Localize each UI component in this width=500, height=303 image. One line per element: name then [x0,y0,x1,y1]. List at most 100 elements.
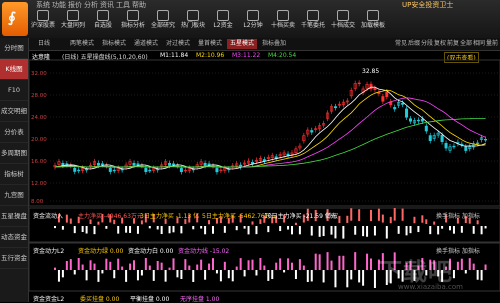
price-tick-0: 32.00 [31,71,47,77]
power-bar [152,270,155,281]
power-bar [318,254,321,270]
candle-body [77,169,81,172]
flow-bar [160,226,163,235]
power-bar [231,270,234,282]
power-bar [310,270,313,282]
power-bar [460,258,463,270]
power-bar [77,258,80,270]
price-tick-4: 16.00 [31,159,47,165]
power-bar [168,267,171,270]
power-bar [219,270,222,282]
candle-body [65,163,69,166]
flow-bar [318,226,321,237]
flow-bar [460,226,463,233]
power-bar [184,259,187,270]
power-bar [322,270,325,283]
candle-body [207,163,211,165]
candle-body [96,162,100,166]
candle-body [385,91,389,97]
candle-body [148,169,152,172]
power-bar [259,258,262,270]
power-bar [334,270,337,288]
power-bar [263,265,266,270]
power-bar [97,270,100,282]
flow-bar [291,226,293,235]
flow-bar [381,214,384,223]
flow-bar [212,226,214,234]
flow-bar [129,226,132,233]
power-bar [81,264,84,270]
panel1-title: 资金流动入 [33,213,64,220]
flow-bar [255,226,258,235]
power-bar [330,260,333,270]
flow-bar [476,220,479,225]
flow-bar [377,208,380,221]
candle-body [452,145,456,148]
power-bar [358,270,361,283]
flow-bar [472,226,475,234]
price-tick-3: 20.00 [31,137,47,143]
flow-bar [362,226,365,237]
candle-body [420,118,424,122]
power-bar [484,264,487,270]
candle-body [381,96,385,102]
power-bar [275,262,278,270]
power-bar [117,258,120,270]
flow-bar [251,221,254,225]
flow-bar [223,226,226,233]
flow-bar [310,226,313,236]
candle-body [156,168,160,171]
flow-bar [342,226,345,239]
power-bar [121,266,124,270]
power-bar [148,265,151,270]
flow-bar [354,226,357,235]
candle-body [168,162,172,166]
power-bar [480,270,483,281]
flow-bar [136,226,139,234]
panel2-item-2: 资金动力线 -15.02 [178,248,230,255]
flow-bar [421,215,424,223]
power-bar [101,270,104,274]
flow-bar [294,222,297,226]
flow-bar [192,226,195,230]
flow-bar [449,226,451,231]
flow-bar [373,226,376,236]
power-bar [85,270,88,281]
flow-bar [350,208,353,221]
power-bar [342,255,345,270]
flow-bar [93,226,96,235]
power-bar [54,267,56,270]
power-bar [164,270,167,282]
flow-bar [437,226,440,235]
ma2-line [54,89,486,168]
flow-bar [441,226,444,229]
flow-bar [69,218,72,224]
flow-bar [180,226,183,234]
power-bar [93,263,96,270]
power-bar [136,270,139,281]
power-bar [109,261,112,270]
flow-bar [125,226,128,233]
panel2-item-0: 资金动力绿 0.00 [78,248,124,255]
power-bar [291,262,293,270]
power-bar [247,260,250,270]
candle-body [484,138,488,141]
flow-bar [409,226,412,234]
candle-body [108,167,112,172]
flow-bar [140,220,143,225]
power-bar [73,270,76,275]
candle-body [120,168,124,171]
ma1-line [54,86,486,170]
flow-bar [208,220,211,225]
flow-bar [148,226,151,229]
flow-bar [172,226,175,233]
power-bar [373,270,376,288]
power-bar [362,270,365,286]
flow-bar [366,226,369,237]
flow-bar [397,226,400,234]
power-bar [160,262,163,270]
panel1-right[interactable]: 换手指标 加指标 [436,211,480,220]
flow-bar [480,226,483,235]
power-bar [61,270,64,278]
candle-body [357,82,361,85]
